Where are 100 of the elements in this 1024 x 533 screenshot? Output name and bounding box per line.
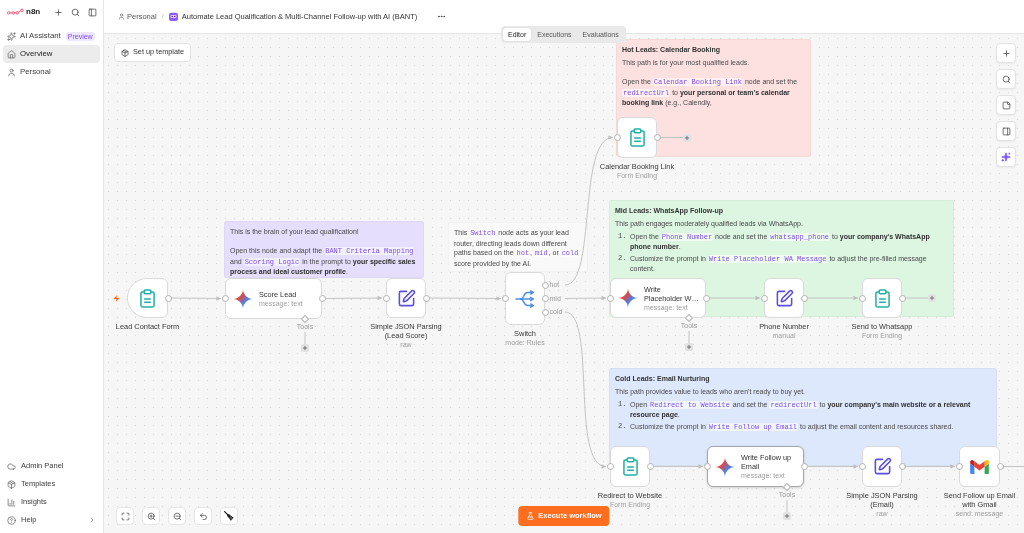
add-node-button[interactable] [685, 343, 693, 351]
fit-view-button[interactable] [116, 507, 134, 525]
connection-arrow [709, 295, 761, 301]
sparkles-icon [1001, 152, 1011, 162]
workflow-node[interactable] [959, 446, 1000, 487]
clipboard-icon [622, 457, 638, 476]
output-handle[interactable] [898, 294, 906, 302]
bar-chart-icon [7, 497, 16, 507]
output-handle[interactable] [422, 294, 430, 302]
sparkles-icon [7, 31, 16, 41]
branching-arrows-icon [515, 289, 535, 308]
pencil-square-icon [774, 288, 794, 308]
connection-line [660, 137, 684, 138]
plus-icon [686, 344, 692, 350]
more-options-icon[interactable] [437, 12, 447, 21]
sticky-note-icon [1001, 100, 1011, 110]
clipboard-icon [874, 288, 890, 308]
connection-arrow [807, 295, 859, 301]
input-handle[interactable] [501, 295, 509, 302]
workflow-node[interactable] [505, 272, 545, 325]
workflow-node[interactable] [127, 278, 168, 318]
input-handle[interactable] [606, 294, 614, 302]
output-handle[interactable] [800, 294, 808, 302]
flask-icon [526, 512, 535, 520]
brand-name: n8n [26, 6, 41, 18]
pencil-square-icon [872, 457, 892, 476]
fit-view-icon [120, 511, 130, 521]
output-handle[interactable] [318, 295, 326, 302]
input-handle[interactable] [606, 463, 614, 470]
help-icon [7, 515, 16, 525]
workflow-node[interactable] [610, 446, 650, 487]
search-icon [1001, 74, 1011, 84]
lightning-icon [113, 293, 120, 303]
input-handle[interactable] [760, 294, 768, 302]
zoom-in-button[interactable] [142, 507, 160, 525]
input-handle[interactable] [858, 294, 866, 302]
undo-icon [198, 511, 208, 521]
plus-icon [684, 134, 690, 141]
panel-icon [1001, 126, 1011, 136]
connection-arrow [171, 296, 222, 301]
box-icon [7, 479, 16, 489]
input-handle[interactable] [858, 463, 866, 470]
workflow-node[interactable] [386, 278, 426, 318]
plus-icon [929, 295, 935, 301]
add-node-button[interactable] [301, 344, 309, 352]
zoom-out-button[interactable] [168, 507, 186, 525]
sparkle-icon [618, 288, 638, 308]
add-node-button[interactable] [996, 43, 1016, 63]
plus-icon[interactable] [54, 7, 63, 17]
cloud-icon [7, 461, 16, 471]
connection-arrow [905, 464, 956, 469]
connection-arrow [564, 295, 607, 301]
workflow-node[interactable] [862, 446, 902, 487]
plus-icon [302, 345, 308, 351]
input-handle[interactable] [382, 294, 390, 302]
workflow-node[interactable] [862, 278, 902, 318]
broom-icon [224, 511, 234, 521]
workflow-node[interactable] [764, 278, 804, 318]
pencil-square-icon [396, 288, 416, 308]
connection-arrow [653, 464, 704, 469]
output-handle[interactable] [646, 463, 654, 470]
output-handle[interactable] [996, 463, 1004, 470]
plus-icon [1001, 48, 1011, 58]
home-icon [7, 49, 16, 59]
logo-icon [7, 8, 24, 16]
add-node-button[interactable] [683, 133, 691, 142]
output-handle[interactable] [800, 463, 808, 470]
sticky-note-button[interactable] [996, 95, 1016, 115]
undo-button[interactable] [194, 507, 212, 525]
output-handle[interactable] [653, 134, 661, 141]
sparkle-icon [715, 456, 735, 477]
connection-line [1003, 466, 1024, 467]
output-handle[interactable] [702, 294, 710, 302]
user-icon [7, 67, 16, 77]
input-handle[interactable] [955, 463, 963, 470]
robot-icon [168, 12, 178, 21]
connection-arrow [325, 295, 383, 301]
clipboard-icon [629, 128, 645, 147]
output-handle[interactable] [898, 463, 906, 470]
user-icon [118, 13, 125, 20]
input-handle[interactable] [703, 463, 711, 470]
zoom-in-icon [146, 511, 156, 521]
sparkle-icon [233, 288, 253, 309]
search-icon[interactable] [71, 7, 80, 17]
sidebar-toggle-icon[interactable] [88, 7, 97, 17]
input-handle[interactable] [221, 295, 229, 302]
add-node-button[interactable] [783, 512, 791, 520]
zoom-out-icon [172, 511, 182, 521]
side-panel-button[interactable] [996, 121, 1016, 141]
search-button[interactable] [996, 69, 1016, 89]
tidy-up-button[interactable] [220, 507, 238, 525]
plus-icon [784, 513, 790, 519]
workflow-node[interactable] [617, 117, 657, 158]
sticky-note[interactable] [609, 368, 997, 466]
tools-handle[interactable] [300, 314, 310, 324]
connection-arrow [807, 464, 859, 469]
add-node-button[interactable] [928, 294, 936, 302]
input-handle[interactable] [613, 134, 621, 141]
ai-assistant-button[interactable] [996, 147, 1016, 167]
output-handle[interactable] [164, 294, 172, 302]
